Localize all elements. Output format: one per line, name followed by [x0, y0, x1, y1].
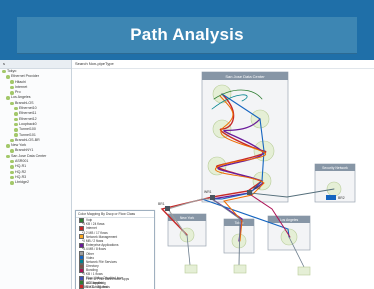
tree-header: s — [0, 60, 71, 69]
site-new-york[interactable]: New York — [167, 213, 207, 247]
node-status-icon — [10, 170, 14, 175]
tree-list: Tokyo Ethernet Provider Hitachi Internet Pro… — [0, 69, 71, 186]
node-status-icon — [10, 91, 14, 95]
tree-item-label: Lbridge2 — [15, 180, 29, 185]
host-endpoints[interactable] — [184, 264, 311, 276]
site-label: Los Angeles — [280, 218, 299, 222]
router-br2[interactable]: BR2 — [326, 195, 345, 200]
node-status-icon — [10, 85, 14, 90]
site-san-jose[interactable]: San Jose Data Center — [201, 71, 289, 203]
legend-footer-icon — [79, 284, 84, 289]
node-status-icon — [14, 122, 18, 127]
host-icon — [184, 264, 198, 274]
page-title: Path Analysis — [130, 25, 244, 44]
node-status-icon — [10, 175, 14, 180]
router-br1[interactable]: BR1 — [158, 202, 170, 211]
tree-item[interactable]: Lbridge2 — [0, 180, 71, 185]
node-status-icon — [10, 165, 14, 169]
node-status-icon — [6, 144, 10, 148]
router-label: WR1 — [204, 190, 212, 194]
node-status-icon — [14, 106, 18, 111]
color-legend-panel: Color Mapping By Dscp or Flow Class Voip… — [75, 210, 155, 289]
router-icon — [210, 195, 215, 200]
node-status-icon — [10, 138, 14, 143]
legend-footer: Flow Hiding Disabled icon ACL Applied Not … — [76, 276, 154, 289]
node-status-icon — [14, 117, 18, 122]
site-label: San Jose Data Center — [225, 74, 265, 79]
legend-footer-item: Not Configured — [76, 284, 154, 289]
node-status-icon — [10, 101, 14, 106]
search-bar[interactable]: Search Non-pipeType — [72, 60, 374, 69]
site-label: New York — [180, 216, 195, 220]
host-icon — [233, 264, 247, 274]
node-status-icon — [14, 128, 18, 132]
node-status-icon — [10, 149, 14, 153]
site-label: Security Network — [322, 166, 348, 170]
node-status-icon — [6, 154, 10, 159]
node-status-icon — [14, 133, 18, 137]
node-status-icon — [14, 112, 18, 116]
device-tree-panel[interactable]: s Tokyo Ethernet Provider Hitachi Internet P… — [0, 60, 72, 289]
router-label: BR1 — [158, 202, 165, 206]
router-label: WR2 — [253, 186, 261, 190]
node-status-icon — [10, 80, 14, 84]
app-window: s Tokyo Ethernet Provider Hitachi Internet P… — [0, 60, 374, 289]
legend-footer-label: Not Configured — [86, 284, 108, 289]
router-icon — [247, 190, 252, 195]
node-status-icon — [6, 96, 10, 100]
host-icon — [297, 266, 311, 276]
node-status-icon — [6, 75, 10, 79]
node-status-icon — [10, 181, 14, 185]
router-icon — [326, 195, 336, 200]
node-status-icon — [10, 159, 14, 164]
legend-title: Color Mapping By Dscp or Flow Class — [76, 211, 154, 218]
title-banner: Path Analysis — [17, 17, 357, 54]
router-icon — [165, 206, 170, 211]
node-status-icon — [2, 69, 6, 74]
router-label: BR2 — [338, 196, 345, 200]
